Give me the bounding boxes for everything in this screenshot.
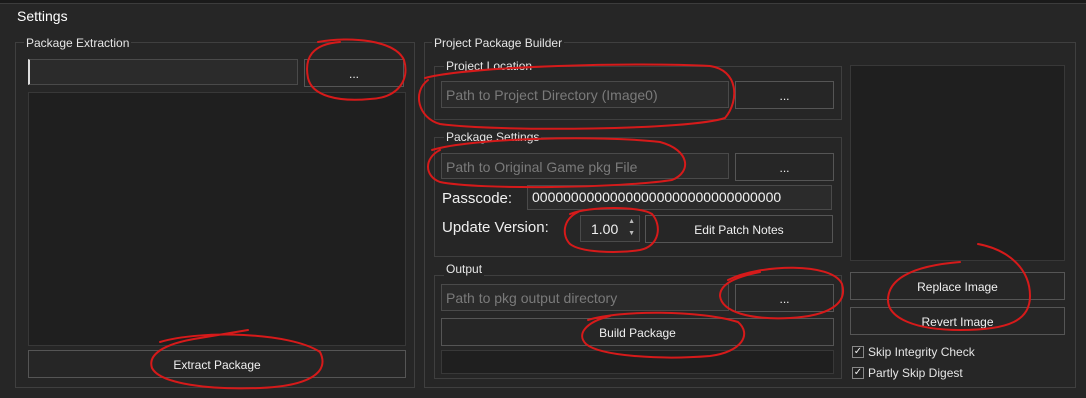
extraction-file-list[interactable] — [28, 92, 406, 346]
checkmark-icon: ✓ — [852, 346, 864, 358]
partly-skip-digest-label: Partly Skip Digest — [868, 366, 963, 380]
passcode-label: Passcode: — [442, 190, 513, 207]
image-preview[interactable] — [850, 65, 1065, 261]
project-builder-label: Project Package Builder — [432, 36, 565, 50]
output-directory-input[interactable]: Path to pkg output directory — [441, 284, 729, 311]
skip-integrity-check-checkbox[interactable]: ✓ Skip Integrity Check — [852, 345, 975, 359]
replace-image-button[interactable]: Replace Image — [850, 272, 1065, 300]
build-progress-bar — [441, 350, 834, 374]
output-label: Output — [444, 262, 485, 276]
extraction-browse-button[interactable]: ... — [304, 59, 404, 87]
update-version-value: 1.00 — [591, 221, 619, 237]
project-location-browse-button[interactable]: ... — [735, 81, 834, 109]
checkmark-icon: ✓ — [852, 367, 864, 379]
original-pkg-browse-button[interactable]: ... — [735, 153, 834, 181]
project-directory-input[interactable]: Path to Project Directory (Image0) — [441, 81, 729, 108]
extraction-path-input[interactable] — [28, 59, 298, 85]
edit-patch-notes-button[interactable]: Edit Patch Notes — [645, 215, 833, 243]
project-location-label: Project Location — [444, 59, 535, 73]
package-extraction-label: Package Extraction — [24, 36, 132, 50]
extract-package-button[interactable]: Extract Package — [28, 350, 406, 378]
partly-skip-digest-checkbox[interactable]: ✓ Partly Skip Digest — [852, 366, 963, 380]
page-title: Settings — [17, 8, 68, 24]
spin-down-icon[interactable]: ▼ — [628, 229, 635, 239]
window-top-border — [0, 0, 1086, 4]
passcode-input[interactable]: 00000000000000000000000000000000 — [527, 185, 832, 210]
revert-image-button[interactable]: Revert Image — [850, 307, 1065, 335]
package-settings-label: Package Settings — [444, 130, 542, 144]
update-version-label: Update Version: — [442, 219, 549, 236]
skip-integrity-check-label: Skip Integrity Check — [868, 345, 975, 359]
output-browse-button[interactable]: ... — [735, 284, 834, 312]
update-version-spinbox[interactable]: 1.00 ▲ ▼ — [580, 215, 640, 242]
spin-up-icon[interactable]: ▲ — [628, 217, 635, 227]
original-pkg-input[interactable]: Path to Original Game pkg File — [441, 153, 729, 179]
build-package-button[interactable]: Build Package — [441, 318, 834, 346]
